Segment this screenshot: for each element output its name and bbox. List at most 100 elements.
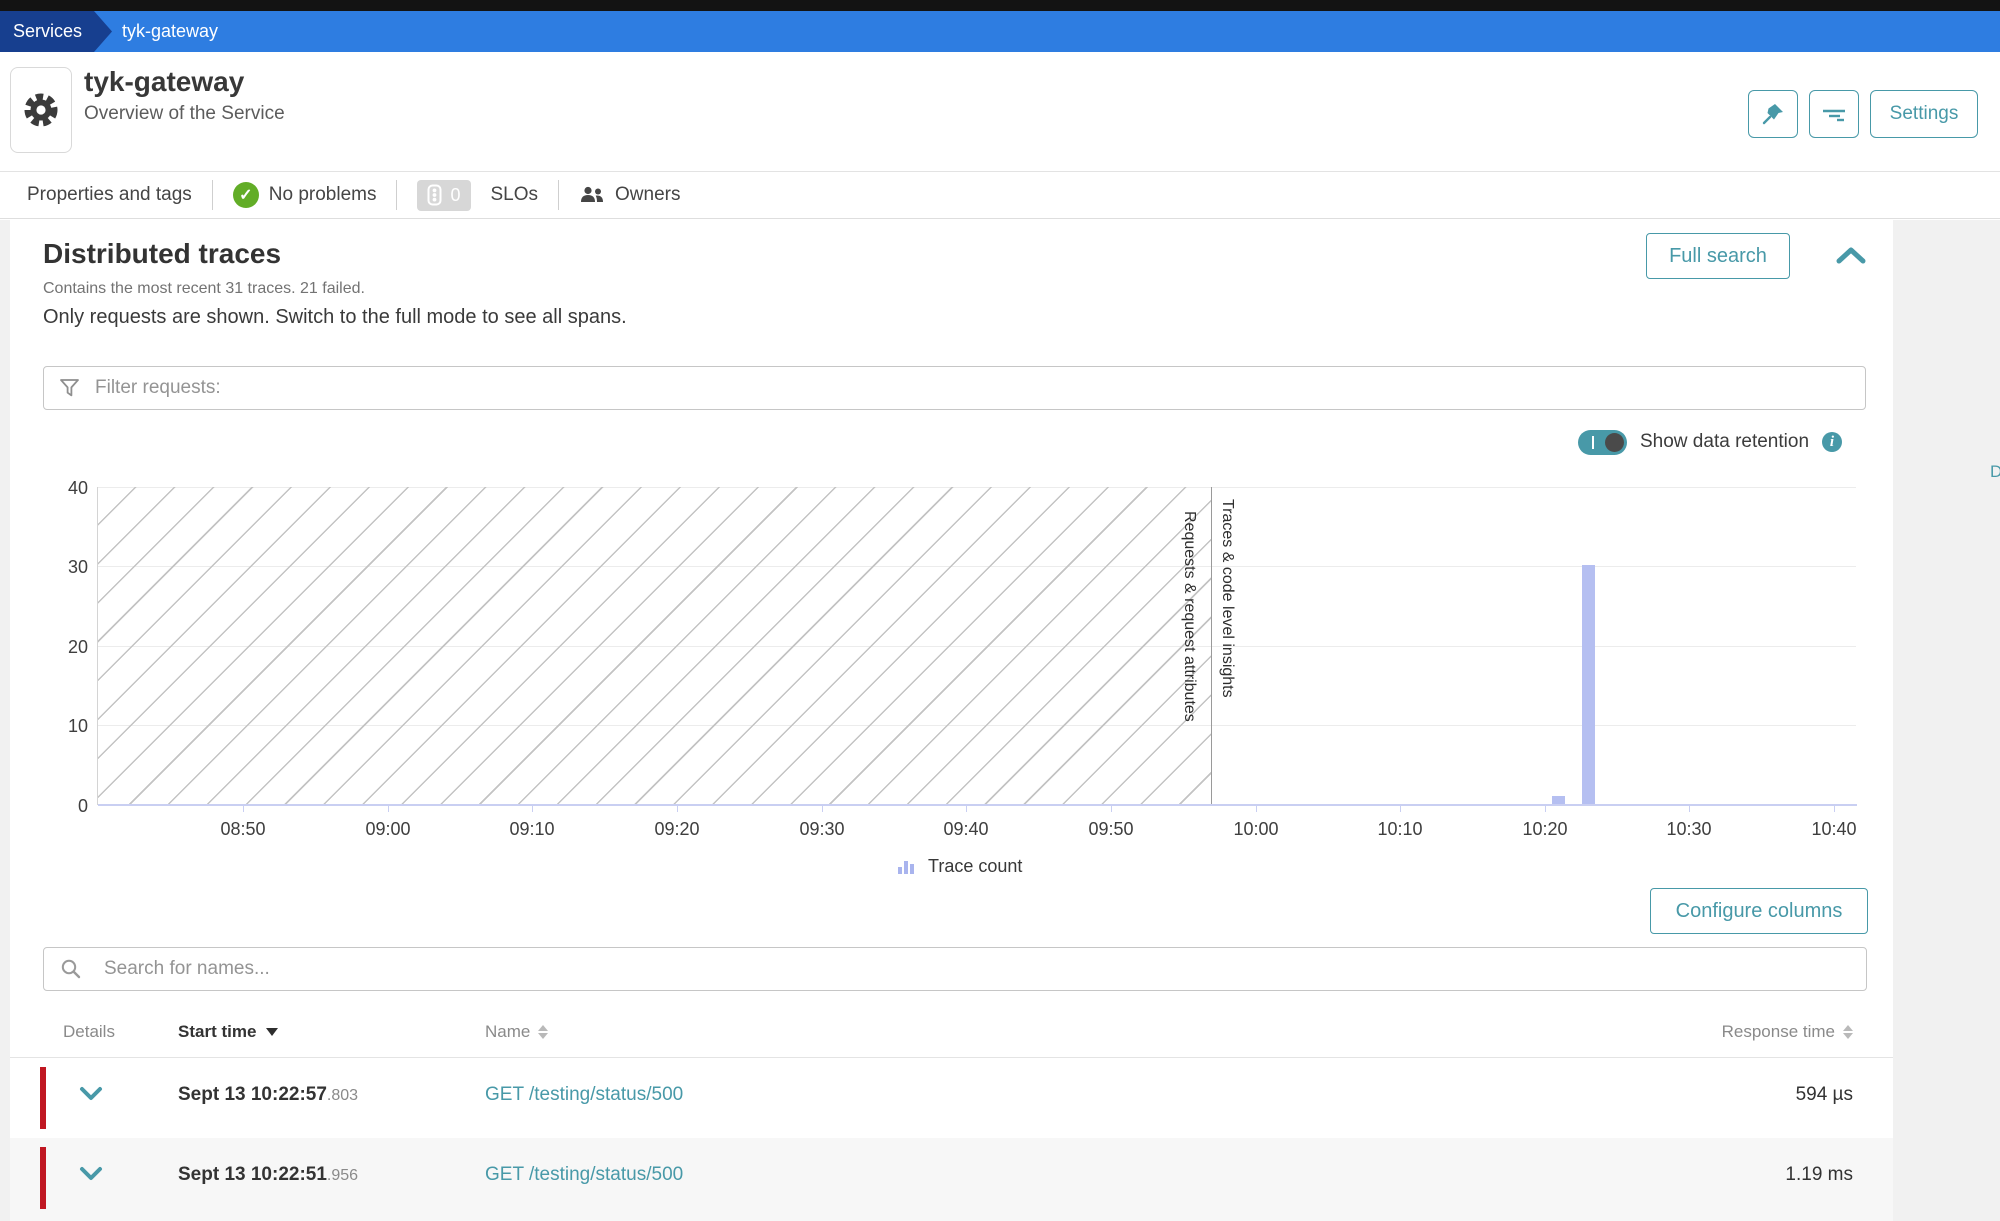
filter-funnel-icon: [60, 379, 79, 397]
distributed-traces-card: Distributed traces Contains the most rec…: [10, 220, 1893, 1221]
waterfall-lines-icon: [1820, 103, 1848, 125]
tab-slos[interactable]: 0 SLOs: [417, 180, 538, 211]
filter-requests-field: [43, 366, 1866, 410]
tab-slos-label: SLOs: [491, 184, 539, 206]
sort-icon: [1843, 1025, 1853, 1039]
failed-trace-indicator: [40, 1147, 46, 1209]
full-search-button[interactable]: Full search: [1646, 233, 1790, 279]
table-header: Details Start time Name Response time: [10, 1008, 1893, 1057]
row-expand-button[interactable]: [78, 1166, 104, 1188]
tab-separator: [558, 180, 559, 210]
tab-separator: [212, 180, 213, 210]
slo-badge: 0: [417, 180, 470, 211]
x-axis-label: 10:40: [1789, 819, 1879, 840]
settings-button[interactable]: Settings: [1870, 90, 1978, 138]
pin-button[interactable]: [1748, 90, 1798, 138]
breadcrumb-services-label: Services: [13, 21, 82, 42]
trace-count-bar[interactable]: [1582, 565, 1595, 804]
column-name[interactable]: Name: [485, 1022, 548, 1042]
breadcrumb-services[interactable]: Services: [0, 11, 112, 52]
gear-icon: [20, 89, 62, 131]
x-axis-label: 09:30: [777, 819, 867, 840]
chart-legend: Trace count: [898, 856, 1022, 877]
chevron-down-icon: [78, 1086, 104, 1102]
x-axis-label: 09:40: [921, 819, 1011, 840]
chevron-up-icon: [1834, 245, 1868, 267]
x-axis-label: 10:20: [1500, 819, 1590, 840]
start-time-cell: Sept 13 10:22:51.956: [178, 1164, 358, 1186]
sort-desc-icon: [266, 1028, 278, 1036]
service-overview-page: Services tyk-gateway tyk-gateway Overvie…: [0, 0, 2000, 1221]
section-summary: Contains the most recent 31 traces. 21 f…: [43, 280, 365, 298]
trace-name-link[interactable]: GET /testing/status/500: [485, 1084, 683, 1106]
y-axis-label: 30: [40, 557, 88, 578]
retention-hatched-zone: [98, 487, 1211, 805]
column-start-time[interactable]: Start time: [178, 1022, 278, 1042]
search-names-input[interactable]: [104, 948, 1866, 990]
clipped-text-fragment: D: [1990, 462, 2000, 482]
table-row: Sept 13 10:22:57.803 GET /testing/status…: [10, 1058, 1893, 1138]
breadcrumb-current-label: tyk-gateway: [122, 21, 218, 42]
service-icon-card: [10, 67, 72, 153]
retention-toggle-label: Show data retention: [1640, 431, 1809, 453]
tab-owners[interactable]: Owners: [579, 184, 680, 206]
x-axis-label: 10:10: [1355, 819, 1445, 840]
y-axis-label: 10: [40, 716, 88, 737]
legend-label: Trace count: [928, 856, 1022, 877]
trace-count-chart: 40 30 20 10 0 Requests & request attribu…: [10, 460, 1893, 880]
column-response-time[interactable]: Response time: [1722, 1022, 1853, 1042]
retention-zone-divider: [1211, 487, 1212, 805]
column-start-time-label: Start time: [178, 1022, 256, 1042]
y-axis-label: 40: [40, 478, 88, 499]
toggle-on-mark: [1592, 436, 1594, 449]
window-top-strip: [0, 0, 2000, 11]
show-data-retention-toggle[interactable]: [1578, 430, 1627, 455]
configure-columns-button[interactable]: Configure columns: [1650, 888, 1868, 934]
x-axis-label: 09:20: [632, 819, 722, 840]
filter-requests-input[interactable]: [95, 367, 1865, 409]
slo-count: 0: [450, 185, 460, 206]
column-name-label: Name: [485, 1022, 530, 1042]
tab-problems-label: No problems: [269, 184, 377, 206]
page-subtitle: Overview of the Service: [84, 103, 285, 125]
tab-bar: Properties and tags ✓ No problems 0 SLOs: [0, 171, 2000, 219]
x-axis-label: 08:50: [198, 819, 288, 840]
check-circle-icon: ✓: [233, 182, 259, 208]
chevron-down-icon: [78, 1166, 104, 1182]
toggle-knob: [1605, 433, 1624, 452]
sort-icon: [538, 1025, 548, 1039]
owners-people-icon: [579, 185, 605, 205]
start-time-cell: Sept 13 10:22:57.803: [178, 1084, 358, 1106]
tab-properties-label: Properties and tags: [27, 184, 192, 206]
trace-count-bar[interactable]: [1552, 796, 1565, 804]
x-axis-label: 09:00: [343, 819, 433, 840]
x-axis-label: 10:30: [1644, 819, 1734, 840]
y-axis-label: 0: [40, 796, 88, 817]
page-title: tyk-gateway: [84, 66, 244, 98]
settings-button-label: Settings: [1890, 103, 1959, 125]
trace-view-button[interactable]: [1809, 90, 1859, 138]
tab-problems[interactable]: ✓ No problems: [233, 182, 377, 208]
x-axis-line: [98, 804, 1857, 806]
failed-trace-indicator: [40, 1067, 46, 1129]
row-expand-button[interactable]: [78, 1086, 104, 1108]
column-response-time-label: Response time: [1722, 1022, 1835, 1042]
chart-plot-area: Requests & request attributes Traces & c…: [97, 487, 1856, 805]
trace-name-link[interactable]: GET /testing/status/500: [485, 1164, 683, 1186]
breadcrumb-current: tyk-gateway: [122, 11, 218, 52]
section-mode-note: Only requests are shown. Switch to the f…: [43, 306, 627, 329]
table-row: Sept 13 10:22:51.956 GET /testing/status…: [10, 1138, 1893, 1221]
breadcrumb: Services tyk-gateway: [0, 11, 2000, 52]
section-title: Distributed traces: [43, 238, 281, 270]
tab-properties-and-tags[interactable]: Properties and tags: [27, 184, 192, 206]
collapse-section-button[interactable]: [1834, 245, 1868, 272]
tab-separator: [396, 180, 397, 210]
x-axis-label: 09:10: [487, 819, 577, 840]
column-details: Details: [63, 1022, 115, 1042]
search-names-field: [43, 947, 1867, 991]
zone-label-traces: Traces & code level insights: [1218, 499, 1236, 698]
traffic-light-icon: [427, 184, 442, 206]
configure-columns-label: Configure columns: [1676, 900, 1843, 923]
info-icon[interactable]: i: [1822, 432, 1842, 452]
y-axis-label: 20: [40, 637, 88, 658]
